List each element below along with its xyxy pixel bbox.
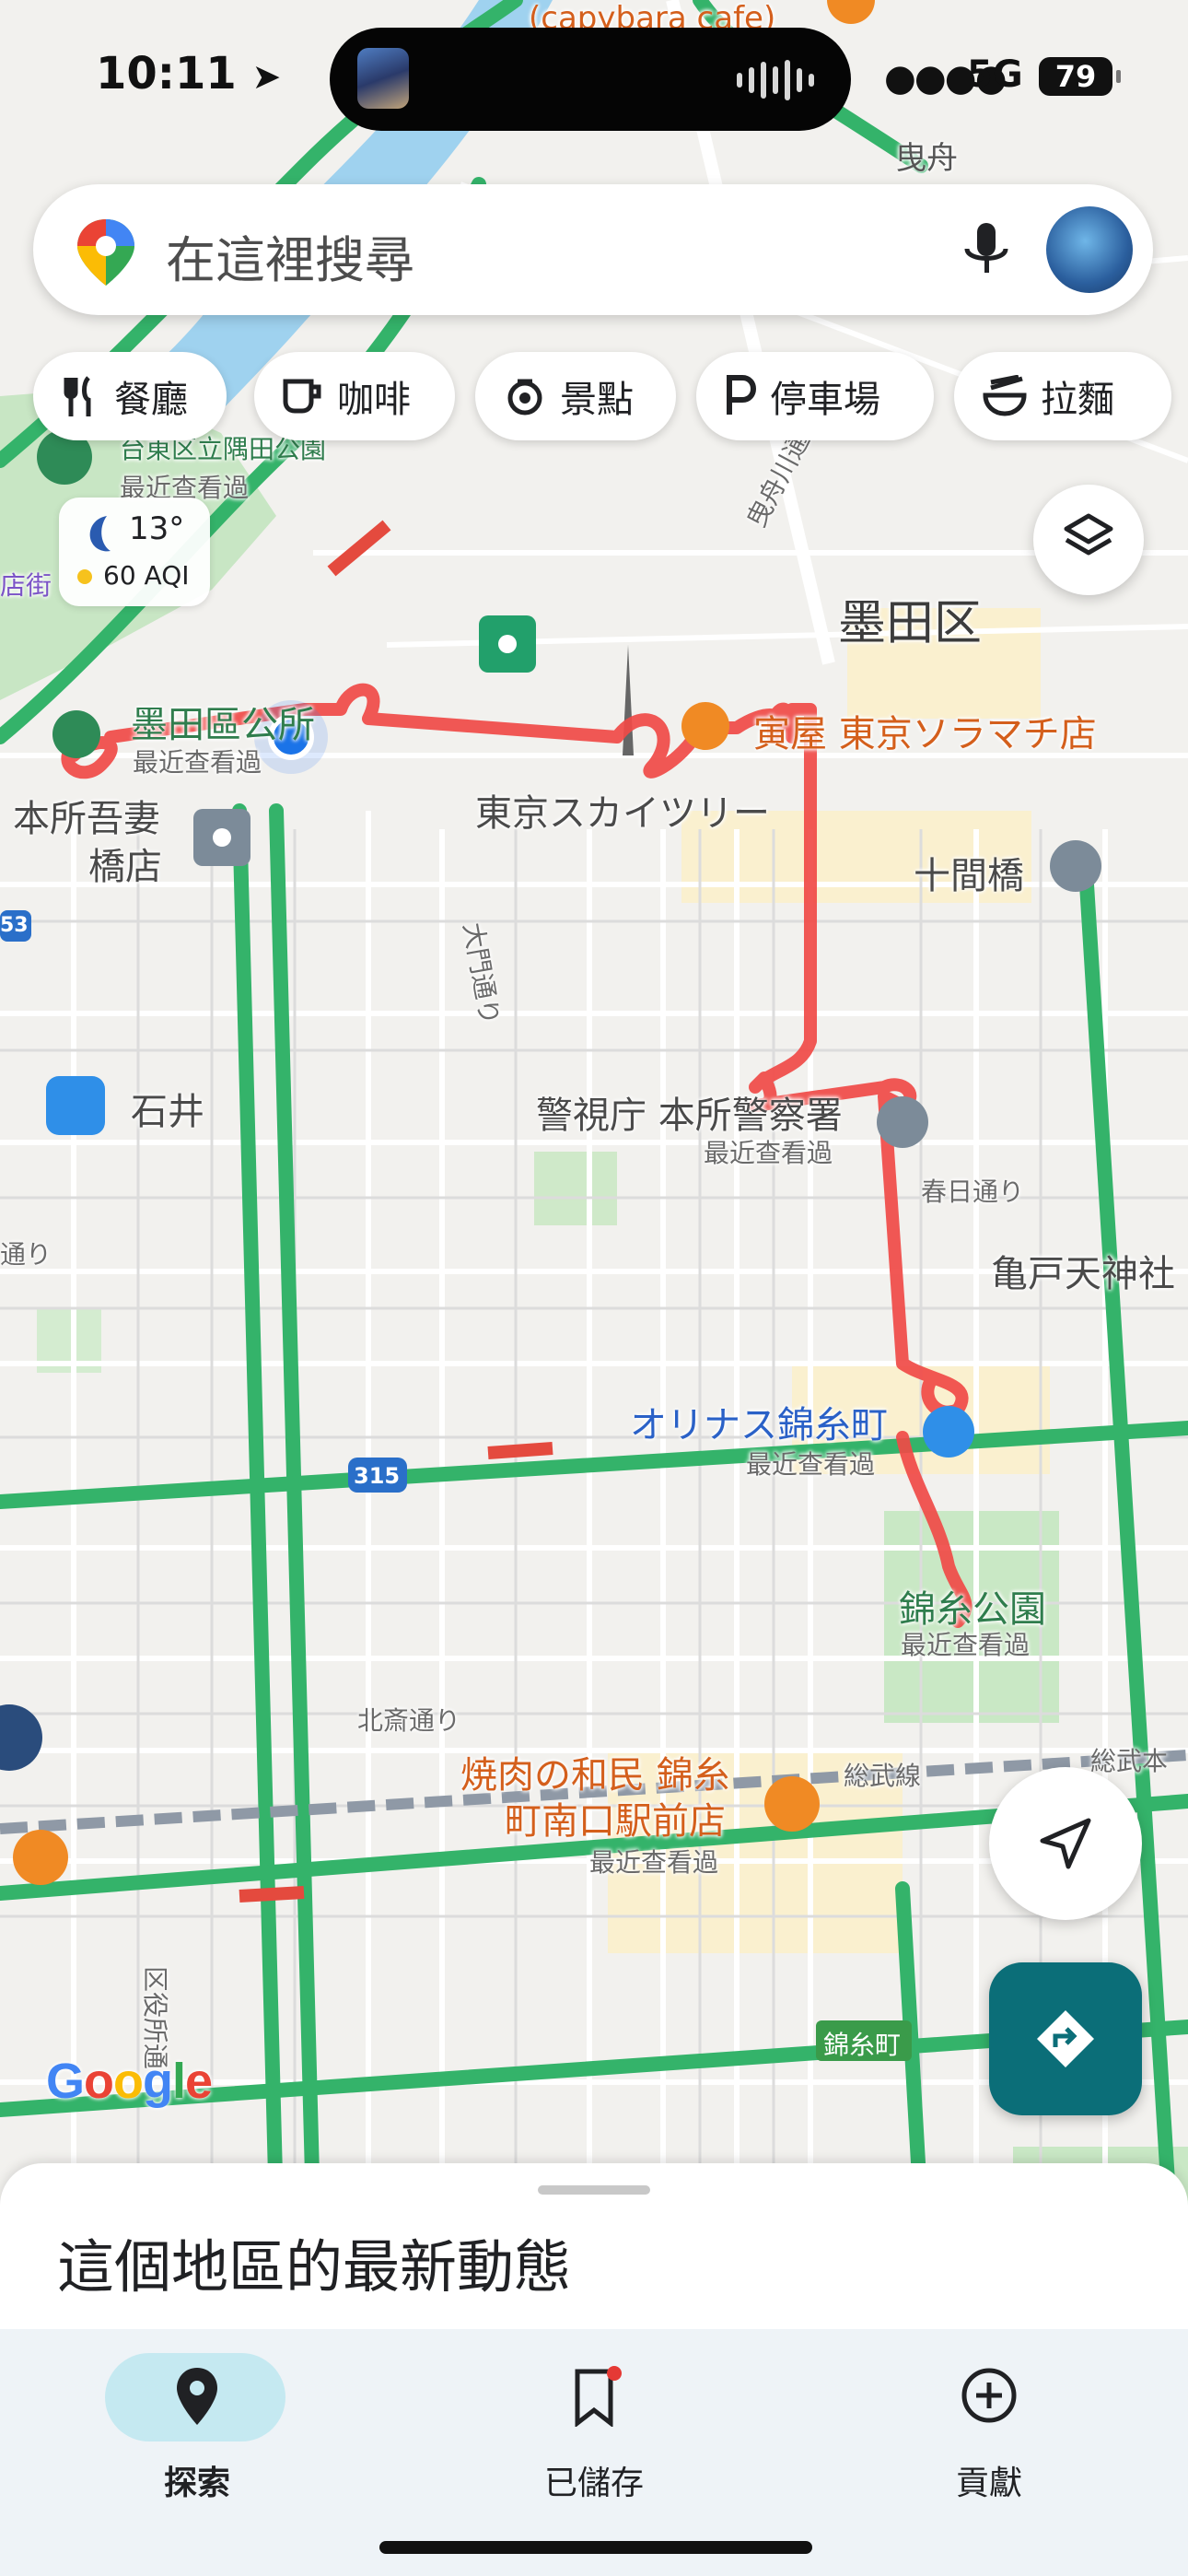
- location-pin-icon: [177, 2368, 217, 2425]
- weather-widget[interactable]: 13° 60 AQI: [59, 498, 210, 606]
- microphone-icon[interactable]: [954, 217, 1019, 282]
- map-label-ishii[interactable]: 石井: [131, 1082, 204, 1135]
- dynamic-island[interactable]: [330, 28, 851, 131]
- ramen-bowl-icon: [983, 375, 1027, 416]
- map-label-sumida-office[interactable]: 墨田區公所: [131, 695, 315, 748]
- bottom-nav: 探索 已儲存 貢獻: [0, 2329, 1188, 2576]
- chip-ramen[interactable]: 拉麵: [954, 352, 1171, 440]
- chip-parking[interactable]: 停車場: [696, 352, 934, 440]
- map-label-kameido[interactable]: 亀戸天神社: [991, 1244, 1175, 1297]
- search-bar[interactable]: 在這裡搜尋: [33, 184, 1153, 315]
- map-label-recent: 最近查看過: [704, 1138, 833, 1168]
- map-label-hikifune: 曳舟: [895, 140, 958, 177]
- sheet-title: 這個地區的最新動態: [57, 2233, 572, 2301]
- album-art: [357, 48, 409, 109]
- audio-wave-icon: [737, 59, 814, 101]
- chip-coffee[interactable]: 咖啡: [254, 352, 455, 440]
- home-indicator[interactable]: [379, 2541, 812, 2554]
- camera-landmark-icon: [507, 379, 542, 416]
- moon-icon: [89, 516, 111, 552]
- nav-saved[interactable]: 已儲存: [474, 2342, 714, 2526]
- map-label-recent: 最近查看過: [901, 1630, 1031, 1660]
- map-label-edge: 店街: [0, 570, 52, 601]
- station-label-kinshicho[interactable]: 錦糸町: [823, 2025, 901, 2062]
- recenter-button[interactable]: [989, 1767, 1142, 1920]
- layers-button[interactable]: [1033, 485, 1144, 595]
- aqi-dot: [77, 569, 92, 584]
- parking-icon: [727, 375, 756, 415]
- search-input[interactable]: 在這裡搜尋: [166, 219, 414, 292]
- directions-icon: [1037, 2010, 1094, 2067]
- weather-temp: 13°: [129, 510, 185, 547]
- map-label-honjo-azuma[interactable]: 橋店: [88, 837, 162, 890]
- google-maps-pin-icon: [77, 219, 134, 286]
- fork-knife-icon: [64, 376, 91, 416]
- weather-aqi: 60 AQI: [103, 560, 190, 591]
- map-label-recent: 最近查看過: [589, 1847, 719, 1878]
- directions-button[interactable]: [989, 1962, 1142, 2115]
- sheet-handle[interactable]: [538, 2185, 650, 2195]
- layers-icon: [1064, 513, 1113, 556]
- map-label-street: 北斎通り: [357, 1705, 461, 1736]
- map-label-honjo-azuma[interactable]: 本所吾妻: [13, 789, 160, 842]
- map-label-rail: 総武線: [844, 1761, 922, 1791]
- coffee-cup-icon: [283, 379, 321, 414]
- location-arrow-icon: ➤: [251, 56, 282, 97]
- map-label-olinas[interactable]: オリナス錦糸町: [630, 1395, 888, 1448]
- map-label-watami[interactable]: 町南口駅前店: [505, 1791, 726, 1844]
- add-circle-icon: [961, 2368, 1017, 2423]
- route-shield-53: 53: [0, 914, 29, 937]
- nav-contribute[interactable]: 貢獻: [869, 2342, 1109, 2526]
- map-label-street: 通り: [0, 1239, 52, 1270]
- map-label-police[interactable]: 警視庁 本所警察署: [536, 1085, 843, 1139]
- chip-attractions[interactable]: 景點: [475, 352, 676, 440]
- notification-dot: [607, 2366, 622, 2381]
- map-label-recent: 最近查看過: [746, 1449, 876, 1480]
- map-label-street: 春日通り: [921, 1177, 1025, 1207]
- network-type: 5G: [967, 53, 1023, 96]
- map-label-sumida-ku: 墨田区: [838, 596, 983, 651]
- map-label-rail: 総武本: [1090, 1746, 1169, 1776]
- nav-explore[interactable]: 探索: [77, 2342, 317, 2526]
- avatar[interactable]: [1046, 206, 1133, 293]
- chip-restaurants[interactable]: 餐廳: [33, 352, 227, 440]
- map-label-skytree[interactable]: 東京スカイツリー: [475, 783, 770, 837]
- google-logo: Google: [46, 2054, 213, 2109]
- map-label-jukkenbashi: 十間橋: [914, 855, 1024, 897]
- battery-indicator: 79: [1039, 57, 1121, 96]
- map-label-recent: 最近查看過: [133, 747, 262, 778]
- navigation-arrow-icon: [1040, 1818, 1091, 1869]
- category-chips: 餐廳 咖啡 景點 停車場 拉麵: [33, 352, 1188, 440]
- status-time: 10:11 ➤: [96, 48, 282, 100]
- route-shield-315: 315: [354, 1463, 401, 1489]
- map-label-torakichi[interactable]: 寅屋 東京ソラマチ店: [753, 704, 1097, 757]
